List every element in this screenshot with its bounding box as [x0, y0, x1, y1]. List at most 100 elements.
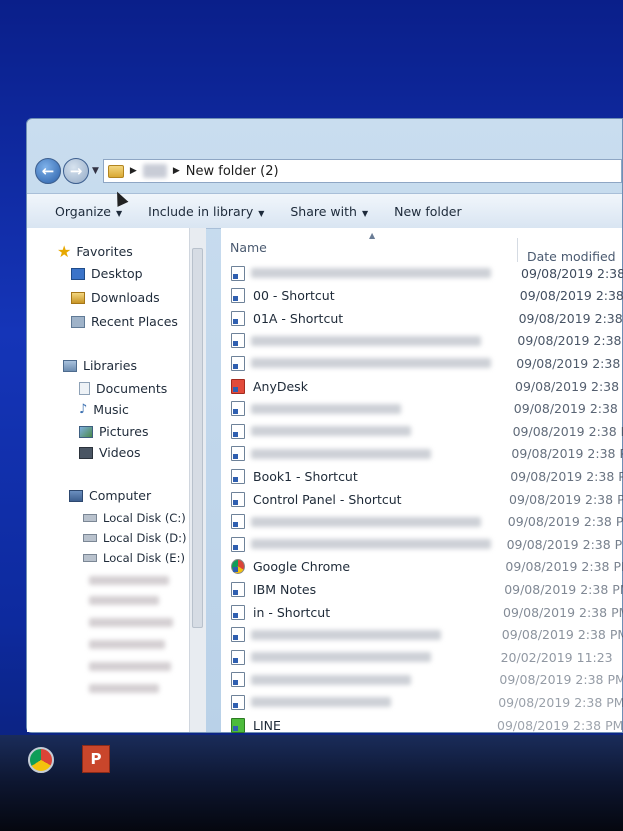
redacted-nav-item[interactable]	[89, 662, 171, 671]
chrome-taskbar-icon[interactable]	[28, 747, 54, 773]
shortcut-icon	[231, 423, 245, 439]
file-row[interactable]: LINE 09/08/2019 2:38 PM	[221, 714, 623, 736]
redacted-file-name	[251, 335, 481, 346]
column-header-name[interactable]: Name	[230, 240, 267, 255]
share-with-label: Share with	[290, 203, 357, 219]
history-dropdown-icon[interactable]: ▼	[92, 166, 99, 176]
nav-recent-places[interactable]: Recent Places	[71, 314, 178, 329]
redacted-nav-item[interactable]	[89, 618, 173, 627]
shortcut-icon	[231, 581, 245, 597]
file-date-modified: 09/08/2019 2:38 PM	[501, 627, 623, 643]
downloads-icon	[71, 291, 85, 304]
file-row[interactable]: 09/08/2019 2:38 PM	[221, 624, 623, 646]
nav-documents[interactable]: Documents	[79, 381, 167, 396]
arrow-left-icon: ←	[41, 162, 55, 180]
nav-pictures[interactable]: Pictures	[79, 424, 149, 439]
shortcut-icon	[231, 627, 245, 643]
shortcut-icon	[231, 355, 245, 371]
nav-computer[interactable]: Computer	[69, 488, 151, 503]
file-date-modified: 09/08/2019 2:38	[516, 355, 621, 371]
file-row[interactable]: 01A - Shortcut 09/08/2019 2:38	[221, 307, 623, 329]
file-row[interactable]: 09/08/2019 2:38	[221, 330, 622, 352]
nav-libraries[interactable]: Libraries	[63, 358, 137, 373]
file-row[interactable]: Book1 - Shortcut 09/08/2019 2:38 PM	[221, 465, 623, 487]
redacted-nav-item[interactable]	[89, 684, 159, 693]
breadcrumb-separator-icon[interactable]: ▶	[173, 166, 180, 176]
libraries-icon	[63, 359, 77, 372]
file-row[interactable]: AnyDesk 09/08/2019 2:38 PM	[221, 375, 623, 397]
organize-button[interactable]: Organize ▼	[55, 204, 122, 219]
nav-label: Local Disk (D:)	[103, 531, 187, 545]
file-row[interactable]: 20/02/2019 11:23	[221, 646, 622, 668]
file-date-modified: 09/08/2019 2:38 PM	[511, 446, 623, 462]
file-name: LINE	[253, 717, 281, 733]
shortcut-icon	[231, 378, 245, 394]
file-date-modified: 09/08/2019 2:38	[519, 288, 623, 304]
nav-downloads[interactable]: Downloads	[71, 290, 160, 305]
file-row[interactable]: 09/08/2019 2:38 PM	[221, 398, 623, 420]
file-name: in - Shortcut	[253, 604, 331, 620]
computer-icon	[69, 489, 83, 502]
explorer-window: ← → ▼ ▶ ▶ New folder (2) Organize ▼ Inclu…	[26, 118, 623, 756]
address-bar: ← → ▼ ▶ ▶ New folder (2)	[35, 155, 622, 187]
nav-label: Videos	[99, 445, 141, 460]
file-name: Google Chrome	[253, 559, 351, 575]
breadcrumb-current[interactable]: New folder (2)	[186, 164, 279, 179]
redacted-file-name	[251, 426, 411, 437]
nav-disk-d[interactable]: Local Disk (D:)	[83, 531, 187, 545]
file-date-modified: 09/08/2019 2:38 PM	[510, 468, 623, 484]
powerpoint-taskbar-icon[interactable]: P	[82, 745, 110, 773]
file-date-modified: 09/08/2019 2:38 PM	[509, 491, 623, 507]
file-date-modified: 09/08/2019 2:38 PM	[505, 559, 623, 575]
redacted-nav-item[interactable]	[89, 576, 169, 585]
file-row[interactable]: 09/08/2019 2:38 PM	[221, 511, 623, 533]
redacted-nav-item[interactable]	[89, 596, 159, 605]
back-button[interactable]: ←	[35, 158, 61, 184]
file-row[interactable]: 09/08/2019 2:38 PM	[221, 691, 623, 713]
forward-button[interactable]: →	[63, 158, 89, 184]
share-with-button[interactable]: Share with ▼	[290, 204, 368, 219]
nav-disk-e[interactable]: Local Disk (E:)	[83, 551, 185, 565]
nav-desktop[interactable]: Desktop	[71, 266, 143, 281]
redacted-nav-item[interactable]	[89, 640, 165, 649]
include-in-library-button[interactable]: Include in library ▼	[148, 204, 264, 219]
sort-ascending-icon: ▲	[369, 231, 376, 240]
folder-icon	[107, 164, 124, 178]
breadcrumb-separator-icon[interactable]: ▶	[130, 166, 137, 176]
include-in-library-label: Include in library	[148, 203, 254, 219]
address-box[interactable]: ▶ ▶ New folder (2)	[102, 159, 622, 183]
file-row[interactable]: 00 - Shortcut 09/08/2019 2:38	[221, 285, 623, 307]
nav-scrollbar[interactable]	[189, 228, 206, 732]
file-date-modified: 09/08/2019 2:38 PM	[503, 604, 623, 620]
nav-favorites[interactable]: ★ Favorites	[57, 242, 133, 261]
shortcut-icon	[231, 717, 245, 733]
file-row[interactable]: in - Shortcut 09/08/2019 2:38 PM	[221, 601, 623, 623]
column-divider[interactable]	[517, 238, 518, 262]
nav-disk-c[interactable]: Local Disk (C:)	[83, 511, 186, 525]
file-row[interactable]: 09/08/2019 2:38 PM	[221, 420, 623, 442]
disk-icon	[83, 534, 97, 542]
nav-music[interactable]: ♪ Music	[79, 402, 129, 417]
file-row[interactable]: 09/08/2019 2:38 PM	[221, 533, 623, 555]
redacted-file-name	[251, 629, 441, 640]
shortcut-icon	[231, 333, 245, 349]
redacted-file-name	[251, 652, 431, 663]
file-row[interactable]: IBM Notes 09/08/2019 2:38 PM	[221, 578, 623, 600]
file-row[interactable]: 09/08/2019 2:38	[221, 262, 623, 284]
file-row[interactable]: Google Chrome 09/08/2019 2:38 PM	[221, 556, 623, 578]
nav-label: Music	[93, 402, 129, 417]
file-row[interactable]: Control Panel - Shortcut 09/08/2019 2:38 …	[221, 488, 623, 510]
shortcut-icon	[231, 468, 245, 484]
redacted-file-name	[251, 539, 491, 550]
star-icon: ★	[57, 242, 72, 261]
pictures-icon	[79, 425, 93, 438]
redacted-breadcrumb[interactable]	[142, 164, 167, 178]
nav-videos[interactable]: Videos	[79, 445, 141, 460]
nav-scrollbar-thumb[interactable]	[192, 248, 203, 628]
new-folder-button[interactable]: New folder	[394, 204, 462, 219]
file-row[interactable]: 09/08/2019 2:38	[221, 352, 622, 374]
organize-label: Organize	[55, 203, 111, 219]
file-row[interactable]: 09/08/2019 2:38 PM	[221, 443, 623, 465]
disk-icon	[83, 554, 97, 562]
file-row[interactable]: 09/08/2019 2:38 PM	[221, 669, 623, 691]
